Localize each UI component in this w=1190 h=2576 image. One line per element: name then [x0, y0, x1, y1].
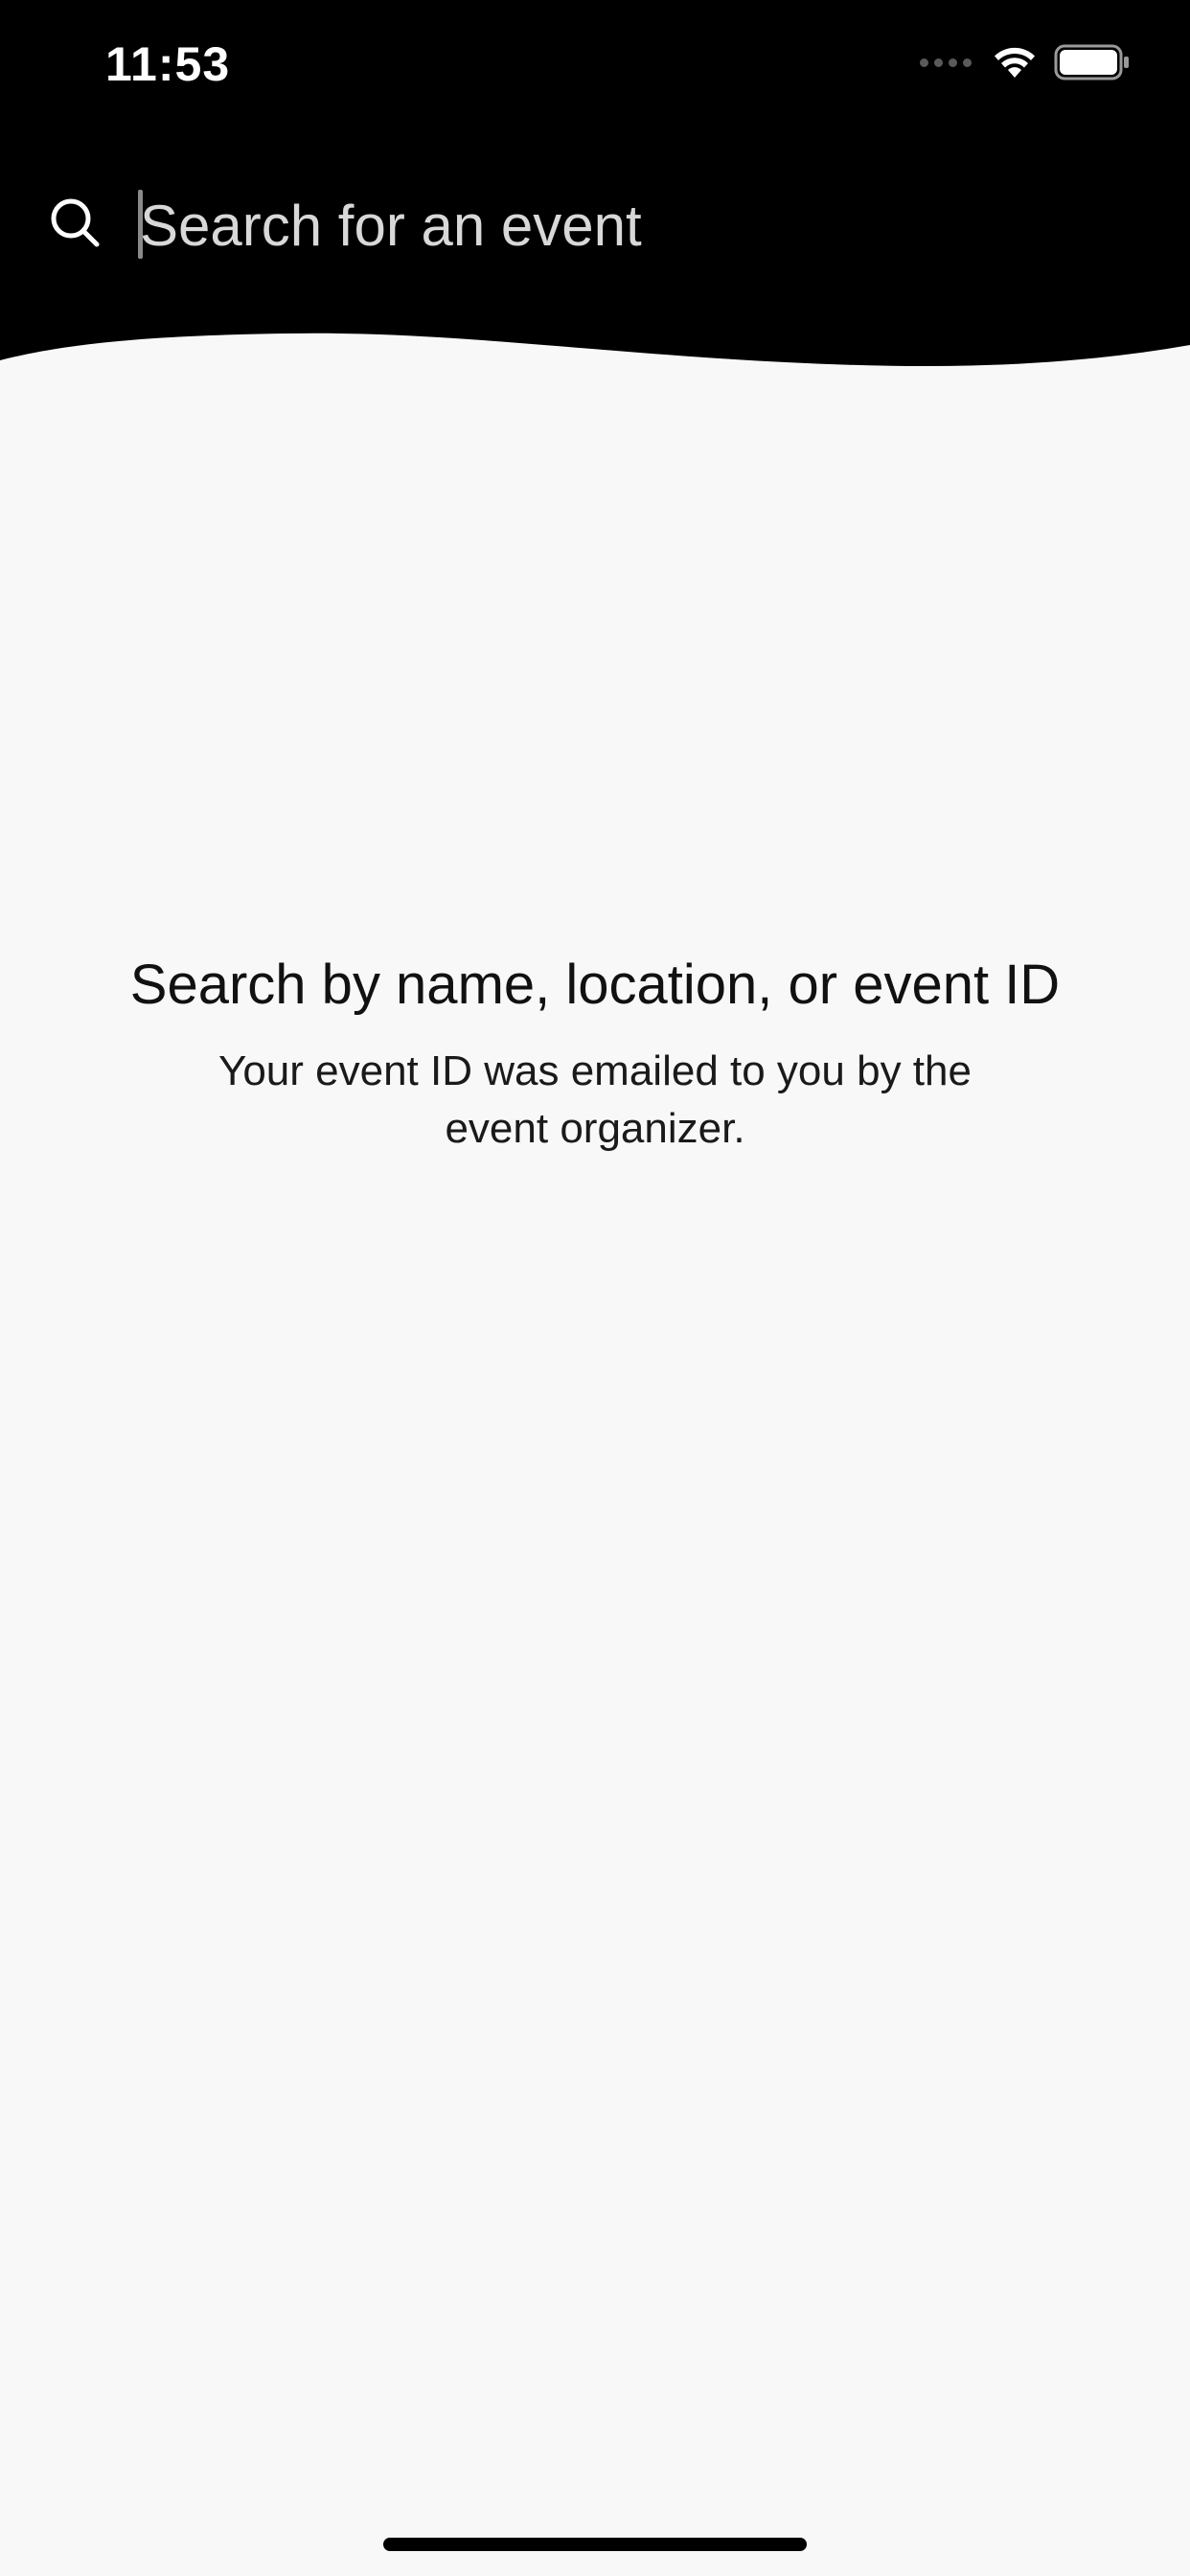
empty-state: Search by name, location, or event ID Yo… [116, 949, 1074, 1158]
empty-state-title: Search by name, location, or event ID [129, 954, 1061, 1016]
battery-icon [1054, 44, 1129, 80]
empty-state-subtitle: Your event ID was emailed to you by the … [218, 1047, 972, 1152]
status-icons [920, 44, 1131, 80]
home-indicator[interactable] [383, 2538, 807, 2551]
cellular-signal-icon [920, 58, 972, 67]
status-time: 11:53 [105, 37, 231, 91]
text-cursor [138, 190, 143, 259]
search-bar[interactable] [0, 182, 1190, 268]
wifi-icon [995, 47, 1035, 78]
header: 11:53 [0, 0, 1190, 383]
status-bar: 11:53 [0, 0, 1190, 134]
search-screen: 11:53 Search for an event Search by name… [0, 0, 1190, 2576]
search-icon[interactable] [48, 196, 102, 249]
search-input[interactable] [136, 182, 1133, 268]
